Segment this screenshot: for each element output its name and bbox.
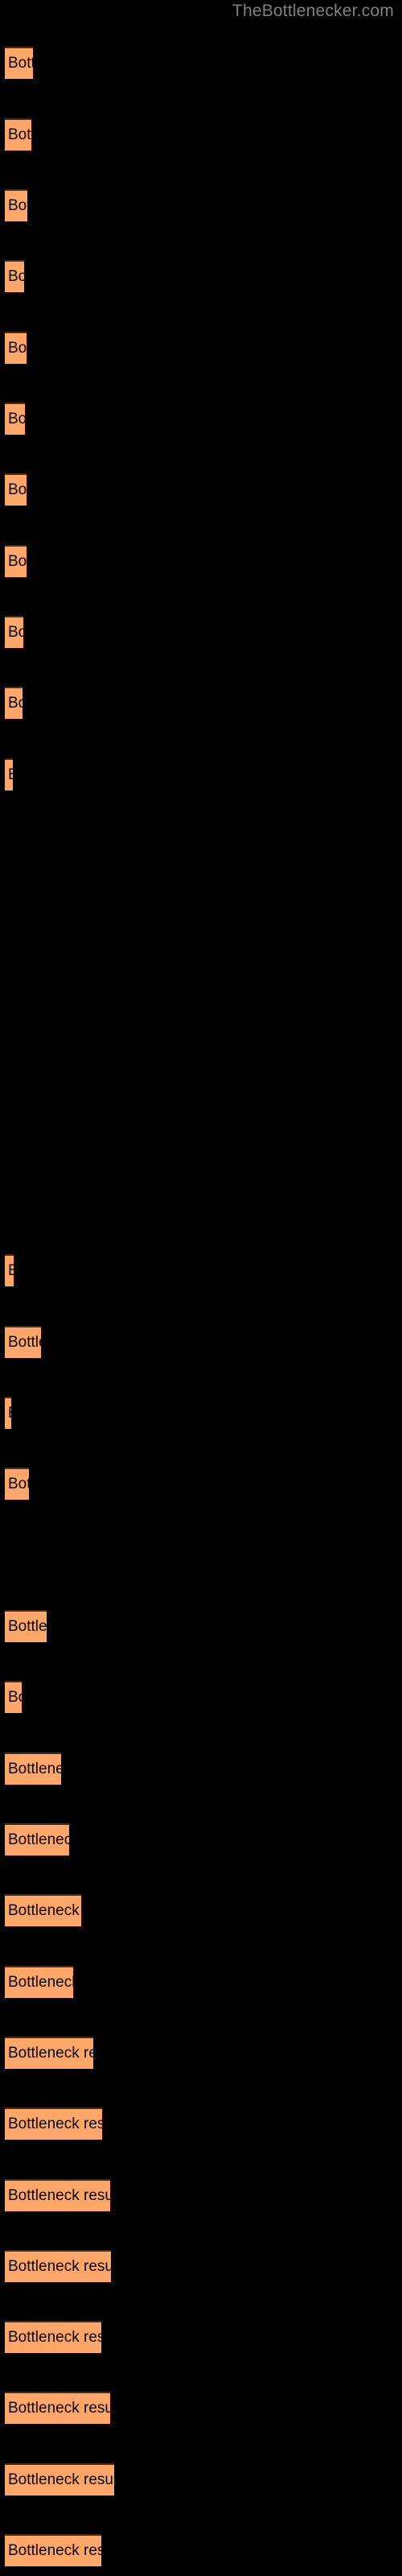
bar-row: Bottleneck result 21 — [0, 1326, 402, 1358]
bar-label: Bottleneck result 31 — [8, 1974, 73, 1991]
bar[interactable]: Bottleneck result 31 — [5, 1966, 73, 1998]
bar-label: Bottleneck result 4 — [8, 268, 24, 285]
bar-row: Bottleneck result 4 — [0, 260, 402, 292]
bar-label: Bottleneck result 22 — [8, 1398, 11, 1429]
bar-row: Bottleneck result 30 — [0, 1894, 402, 1926]
bar-label: Bottleneck result 11 — [8, 760, 13, 791]
bar-row: Bottleneck result 17 — [0, 1185, 402, 1217]
bar-row: Bottleneck result 16 — [0, 1113, 402, 1146]
bar[interactable]: Bottleneck result 34 — [5, 2179, 110, 2211]
bar-row: Bottleneck result 2 — [0, 118, 402, 151]
bar-row: Bottleneck result 26 — [0, 1610, 402, 1642]
bar-row: Bottleneck result 36 — [0, 2321, 402, 2353]
bar-row: Bottleneck result 8 — [0, 545, 402, 577]
bar-label: Bottleneck result 20 — [8, 1256, 14, 1286]
bar-row: Bottleneck result 34 — [0, 2179, 402, 2211]
bar-label: Bottleneck result 32 — [8, 2045, 93, 2062]
bar[interactable]: Bottleneck result 6 — [5, 402, 25, 435]
bar-row: Bottleneck result 38 — [0, 2463, 402, 2496]
bar-row: Bottleneck result 5 — [0, 332, 402, 364]
bar-row: Bottleneck result 39 — [0, 2534, 402, 2566]
bar[interactable]: Bottleneck result 32 — [5, 2037, 93, 2069]
bar-row: Bottleneck result 20 — [0, 1254, 402, 1286]
bar-label: Bottleneck result 3 — [8, 197, 27, 214]
bar-row: Bottleneck result 12 — [0, 829, 402, 861]
bar[interactable]: Bottleneck result 11 — [5, 758, 13, 791]
bar[interactable]: Bottleneck result 27 — [5, 1681, 22, 1713]
bar-row: Bottleneck result 1 — [0, 47, 402, 79]
bar-row: Bottleneck result 3 — [0, 189, 402, 221]
bar-label: Bottleneck result 39 — [8, 2542, 101, 2559]
bar-row: Bottleneck result 32 — [0, 2037, 402, 2069]
bar-row: Bottleneck result 28 — [0, 1752, 402, 1785]
bar[interactable]: Bottleneck result 1 — [5, 47, 33, 79]
bar[interactable]: Bottleneck result 8 — [5, 545, 27, 577]
bar-row: Bottleneck result 22 — [0, 1397, 402, 1429]
bar-label: Bottleneck result 30 — [8, 1902, 81, 1919]
bar[interactable]: Bottleneck result 30 — [5, 1894, 81, 1926]
bar-label: Bottleneck result 9 — [8, 624, 23, 641]
bar-row: Bottleneck result 9 — [0, 616, 402, 648]
bar-row: Bottleneck result 10 — [0, 687, 402, 719]
bar-row: Bottleneck result 35 — [0, 2250, 402, 2282]
bar[interactable]: Bottleneck result 2 — [5, 118, 31, 151]
bar-label: Bottleneck result 5 — [8, 340, 27, 357]
bar[interactable]: Bottleneck result 38 — [5, 2463, 114, 2496]
bar-label: Bottleneck result 36 — [8, 2329, 101, 2346]
bar-label: Bottleneck result 28 — [8, 1761, 61, 1777]
bar[interactable]: Bottleneck result 36 — [5, 2321, 101, 2353]
bar-label: Bottleneck result 38 — [8, 2471, 114, 2488]
bar-label: Bottleneck result 29 — [8, 1831, 69, 1848]
bar-row: Bottleneck result 24 — [0, 1539, 402, 1571]
bar-label: Bottleneck result 23 — [8, 1476, 29, 1492]
bar[interactable]: Bottleneck result 21 — [5, 1326, 41, 1358]
bar-row: Bottleneck result 37 — [0, 2392, 402, 2424]
bar[interactable]: Bottleneck result 37 — [5, 2392, 110, 2424]
bar-label: Bottleneck result 2 — [8, 126, 31, 143]
bar-row: Bottleneck result 29 — [0, 1823, 402, 1856]
bar[interactable]: Bottleneck result 29 — [5, 1823, 69, 1856]
bar-row: Bottleneck result 11 — [0, 758, 402, 791]
plot-area: Bottleneck result 1 Bottleneck result 2 Bo… — [0, 0, 402, 2576]
bar[interactable]: Bottleneck result 35 — [5, 2250, 111, 2282]
bar[interactable]: Bottleneck result 20 — [5, 1254, 14, 1286]
bar[interactable]: Bottleneck result 22 — [5, 1397, 11, 1429]
bar[interactable]: Bottleneck result 5 — [5, 332, 27, 364]
bar-label: Bottleneck result 8 — [8, 553, 27, 570]
bar[interactable]: Bottleneck result 7 — [5, 473, 27, 506]
bar[interactable]: Bottleneck result 9 — [5, 616, 23, 648]
bar-label: Bottleneck result 10 — [8, 695, 23, 712]
bar-label: Bottleneck result 33 — [8, 2116, 102, 2132]
bar[interactable]: Bottleneck result 3 — [5, 189, 27, 221]
bar-row: Bottleneck result 15 — [0, 1042, 402, 1075]
bar-label: Bottleneck result 35 — [8, 2258, 111, 2275]
bar-row: Bottleneck result 23 — [0, 1468, 402, 1500]
bar-label: Bottleneck result 26 — [8, 1618, 47, 1635]
bar-row: Bottleneck result 27 — [0, 1681, 402, 1713]
bar[interactable]: Bottleneck result 28 — [5, 1752, 61, 1785]
bar[interactable]: Bottleneck result 10 — [5, 687, 23, 719]
bar[interactable]: Bottleneck result 26 — [5, 1610, 47, 1642]
bar[interactable]: Bottleneck result 4 — [5, 260, 24, 292]
bar-label: Bottleneck result 34 — [8, 2187, 110, 2204]
bar-row: Bottleneck result 7 — [0, 473, 402, 506]
bar-row: Bottleneck result 13 — [0, 900, 402, 932]
bar-row: Bottleneck result 6 — [0, 402, 402, 435]
bar-chart-root: TheBottlenecker.com Bottleneck result 1B… — [0, 0, 402, 2576]
bar-row: Bottleneck result 33 — [0, 2107, 402, 2140]
bar-row: Bottleneck result 14 — [0, 972, 402, 1004]
bar[interactable]: Bottleneck result 23 — [5, 1468, 29, 1500]
bar[interactable]: Bottleneck result 39 — [5, 2534, 101, 2566]
bar-label: Bottleneck result 1 — [8, 55, 33, 72]
bar-label: Bottleneck result 21 — [8, 1334, 41, 1351]
bar-label: Bottleneck result 37 — [8, 2400, 110, 2417]
bar-label: Bottleneck result 7 — [8, 481, 27, 498]
bar-label: Bottleneck result 27 — [8, 1689, 22, 1706]
bar[interactable]: Bottleneck result 33 — [5, 2107, 102, 2140]
bar-row: Bottleneck result 31 — [0, 1966, 402, 1998]
bar-label: Bottleneck result 6 — [8, 411, 25, 427]
